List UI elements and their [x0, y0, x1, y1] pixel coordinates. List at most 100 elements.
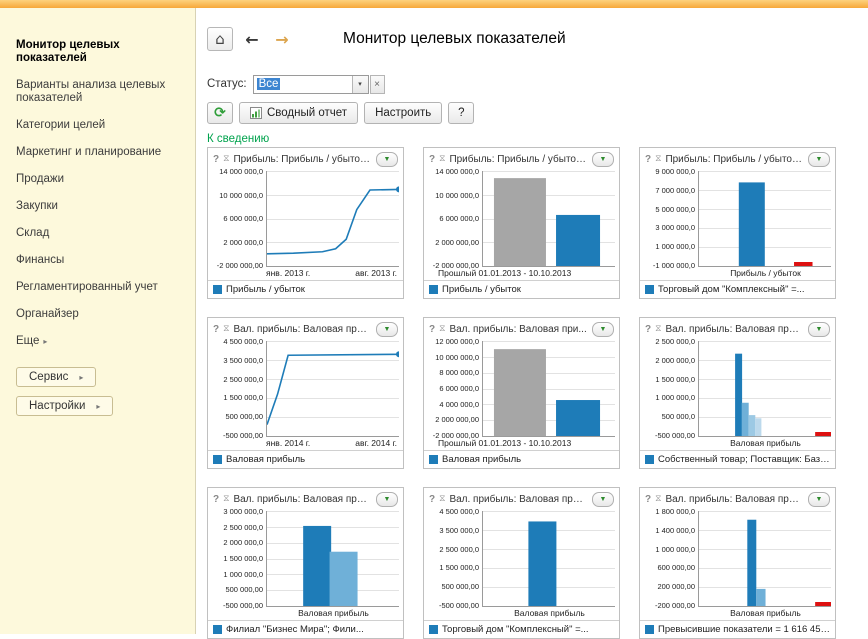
legend-label: Прибыль / убыток: [226, 284, 305, 295]
status-filter-row: Статус: Все ▾ ×: [207, 74, 868, 94]
clear-status-button[interactable]: ×: [370, 75, 385, 94]
chart-card-header: ? ⧖ Вал. прибыль: Валовая приб... ▼: [424, 488, 619, 509]
service-button-label: Сервис: [29, 371, 68, 383]
chart-legend: Валовая прибыль: [208, 450, 403, 468]
status-combobox[interactable]: Все ▾: [253, 75, 369, 94]
status-value: Все: [257, 78, 281, 90]
chart-plot[interactable]: [482, 171, 615, 267]
x-axis-labels: Валовая прибыль: [424, 607, 619, 620]
sidebar-item-sales[interactable]: Продажи: [0, 166, 195, 193]
chart-menu-button[interactable]: ▼: [808, 152, 830, 167]
x-axis-labels: Прибыль / убыток: [640, 267, 835, 280]
legend-label: Торговый дом "Комплексный" =...: [442, 624, 589, 635]
legend-swatch: [213, 455, 222, 464]
chevron-down-icon[interactable]: ▾: [352, 76, 368, 93]
chart-menu-button[interactable]: ▼: [376, 322, 398, 337]
chart-plot[interactable]: [266, 171, 399, 267]
chart-menu-button[interactable]: ▼: [592, 322, 614, 337]
chart-card-header: ? ⧖ Прибыль: Прибыль / убыток... ▼: [424, 148, 619, 169]
sidebar-item-goal-categories[interactable]: Категории целей: [0, 112, 195, 139]
legend-label: Филиал "Бизнес Мира"; Фили...: [226, 624, 364, 635]
chart-menu-button[interactable]: ▼: [592, 152, 614, 167]
chart-card-header: ? ⧖ Вал. прибыль: Валовая приб... ▼: [208, 488, 403, 509]
sidebar-item-regulated-accounting[interactable]: Регламентированный учет: [0, 274, 195, 301]
chart-legend: Прибыль / убыток: [424, 280, 619, 298]
service-button[interactable]: Сервис▸: [16, 367, 96, 387]
legend-swatch: [429, 285, 438, 294]
x-axis-labels: Прошлый 01.01.2013 - 10.10.2013: [424, 437, 619, 450]
chart-card: ? ⧖ Вал. прибыль: Валовая приб... ▼ 4 50…: [207, 317, 404, 469]
help-icon[interactable]: ?: [213, 494, 219, 505]
chevron-down-icon: ▼: [384, 326, 391, 333]
help-icon[interactable]: ?: [213, 324, 219, 335]
chart-title: Вал. прибыль: Валовая приб...: [449, 494, 588, 505]
x-axis-labels: Валовая прибыль: [208, 607, 403, 620]
home-button[interactable]: ⌂: [207, 27, 233, 51]
sidebar-item-marketing-planning[interactable]: Маркетинг и планирование: [0, 139, 195, 166]
home-icon: ⌂: [215, 32, 225, 47]
help-icon[interactable]: ?: [429, 324, 435, 335]
chart-body: 12 000 000,010 000 000,08 000 000,06 000…: [424, 339, 619, 437]
sidebar-item-finance[interactable]: Финансы: [0, 247, 195, 274]
settings-button[interactable]: Настройки▸: [16, 396, 113, 416]
help-icon[interactable]: ?: [213, 154, 219, 165]
chart-card-header: ? ⧖ Прибыль: Прибыль / убыток, ... ▼: [208, 148, 403, 169]
settings-button-label: Настройки: [29, 400, 85, 412]
chevron-down-icon: ▼: [600, 326, 607, 333]
legend-label: Прибыль / убыток: [442, 284, 521, 295]
y-axis-labels: 2 500 000,02 000 000,01 500 000,01 000 0…: [642, 341, 698, 437]
chart-title: Вал. прибыль: Валовая приб...: [665, 494, 804, 505]
chart-card: ? ⧖ Прибыль: Прибыль / убыток п... ▼ 9 0…: [639, 147, 836, 299]
chart-menu-button[interactable]: ▼: [376, 152, 398, 167]
sidebar-item-more[interactable]: Еще▸: [0, 328, 195, 355]
chart-body: 3 000 000,02 500 000,02 000 000,01 500 0…: [208, 509, 403, 607]
help-icon[interactable]: ?: [645, 494, 651, 505]
chart-body: 2 500 000,02 000 000,01 500 000,01 000 0…: [640, 339, 835, 437]
chart-legend: Торговый дом "Комплексный" =...: [640, 280, 835, 298]
navigation-bar: ⌂ ← → Монитор целевых показателей: [207, 26, 868, 52]
chart-title: Вал. прибыль: Валовая приб...: [233, 324, 372, 335]
legend-label: Валовая прибыль: [442, 454, 521, 465]
hourglass-icon: ⧖: [223, 324, 229, 334]
y-axis-labels: 9 000 000,07 000 000,05 000 000,03 000 0…: [642, 171, 698, 267]
chart-plot[interactable]: [266, 511, 399, 607]
sidebar-item-monitor[interactable]: Монитор целевых показателей: [0, 32, 195, 72]
chart-title: Прибыль: Прибыль / убыток п...: [665, 154, 804, 165]
chart-legend: Превысившие показатели = 1 616 454,38: [640, 620, 835, 638]
status-combobox-input[interactable]: Все: [254, 76, 352, 93]
x-axis-labels: Валовая прибыль: [640, 437, 835, 450]
help-icon[interactable]: ?: [429, 494, 435, 505]
help-icon[interactable]: ?: [645, 324, 651, 335]
help-icon[interactable]: ?: [429, 154, 435, 165]
info-link[interactable]: К сведению: [207, 133, 269, 145]
summary-report-button[interactable]: Сводный отчет: [239, 102, 358, 124]
chevron-down-icon: ▼: [600, 496, 607, 503]
legend-swatch: [213, 285, 222, 294]
refresh-button[interactable]: ⟳: [207, 102, 233, 124]
help-icon[interactable]: ?: [645, 154, 651, 165]
chart-plot[interactable]: [482, 341, 615, 437]
y-axis-labels: 14 000 000,010 000 000,06 000 000,02 000…: [210, 171, 266, 267]
chart-plot[interactable]: [698, 341, 831, 437]
chart-menu-button[interactable]: ▼: [592, 492, 614, 507]
sidebar-item-organizer[interactable]: Органайзер: [0, 301, 195, 328]
help-button[interactable]: ?: [448, 102, 474, 124]
sidebar-item-warehouse[interactable]: Склад: [0, 220, 195, 247]
y-axis-labels: 14 000 000,010 000 000,06 000 000,02 000…: [426, 171, 482, 267]
sidebar-item-purchases[interactable]: Закупки: [0, 193, 195, 220]
sidebar-item-analysis-variants[interactable]: Варианты анализа целевых показателей: [0, 72, 195, 112]
chart-title: Прибыль: Прибыль / убыток...: [449, 154, 588, 165]
configure-button[interactable]: Настроить: [364, 102, 442, 124]
chart-plot[interactable]: [698, 171, 831, 267]
charts-grid: ? ⧖ Прибыль: Прибыль / убыток, ... ▼ 14 …: [207, 147, 868, 639]
back-button[interactable]: ←: [241, 27, 263, 51]
window-titlebar: [0, 0, 868, 8]
chart-legend: Валовая прибыль: [424, 450, 619, 468]
forward-button[interactable]: →: [271, 27, 293, 51]
chart-menu-button[interactable]: ▼: [808, 322, 830, 337]
chart-plot[interactable]: [482, 511, 615, 607]
chart-plot[interactable]: [266, 341, 399, 437]
chart-plot[interactable]: [698, 511, 831, 607]
chart-menu-button[interactable]: ▼: [376, 492, 398, 507]
chart-menu-button[interactable]: ▼: [808, 492, 830, 507]
